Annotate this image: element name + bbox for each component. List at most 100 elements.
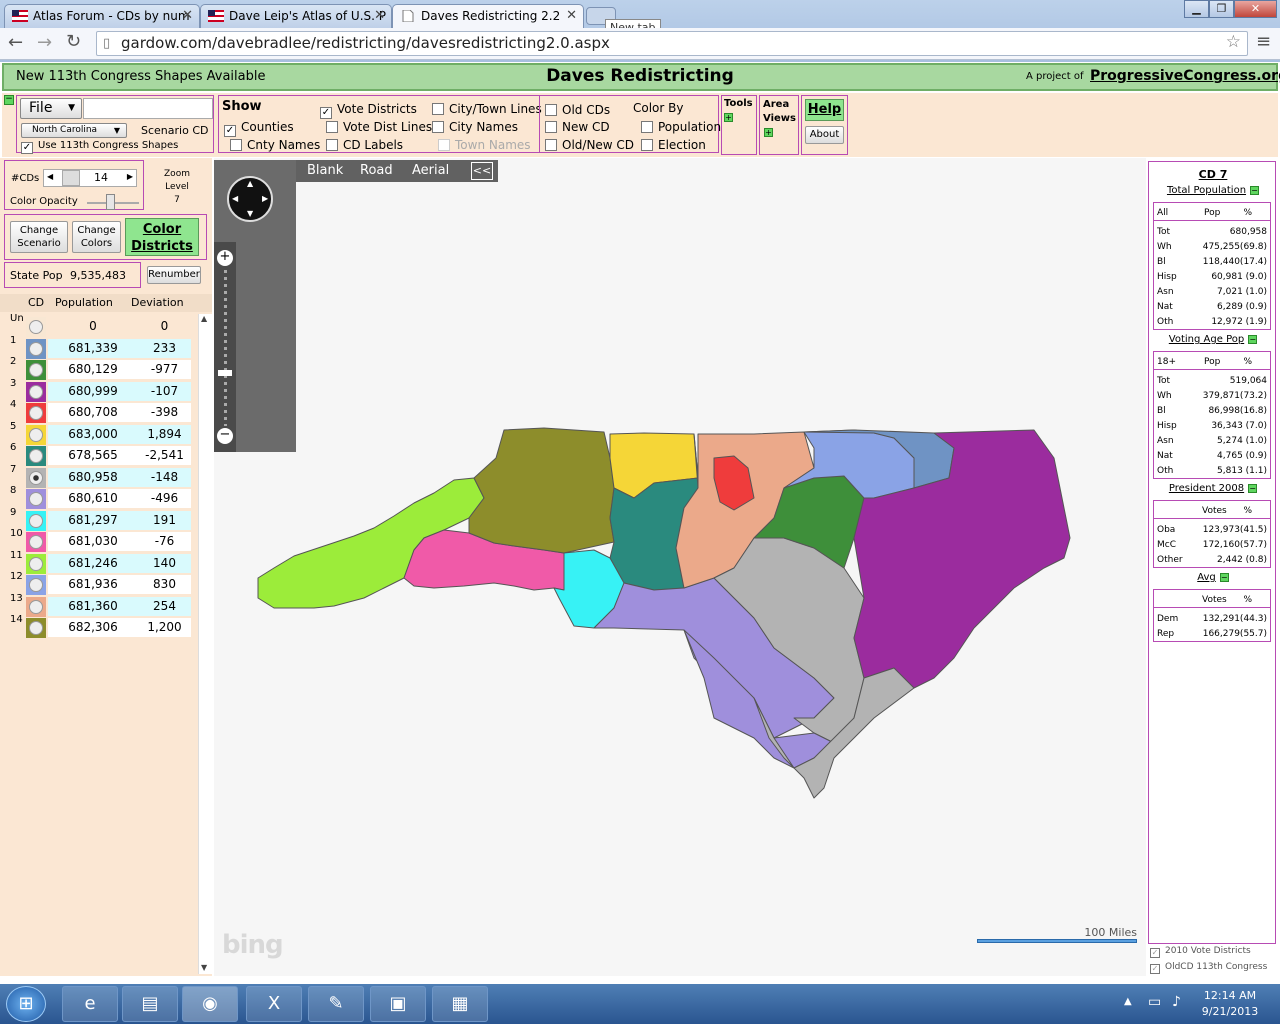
population-option[interactable]: Population (641, 120, 721, 134)
district-select-radio[interactable] (29, 320, 43, 334)
cnty-names-checkbox[interactable] (230, 139, 242, 151)
district-select-radio[interactable] (29, 384, 43, 399)
explorer-taskbar-icon[interactable]: ▤ (122, 986, 178, 1022)
cds-stepper[interactable]: ◀ 14 ▶ (43, 169, 137, 187)
collapse-icon[interactable]: − (1248, 335, 1258, 344)
help-button[interactable]: Help (805, 99, 844, 121)
cd-row[interactable]: 8 680,610 -496 (0, 485, 198, 509)
district-select-radio[interactable] (29, 341, 43, 356)
scenario-name-input[interactable] (83, 98, 213, 119)
color-districts-button[interactable]: Color Districts (125, 218, 199, 256)
change-scenario-button[interactable]: Change Scenario (10, 221, 68, 253)
district-color-swatch[interactable] (26, 510, 46, 531)
counties-checkbox[interactable]: ✓ (224, 125, 236, 137)
total-pop-title[interactable]: Total Population − (1149, 185, 1277, 196)
file-menu-button[interactable]: File ▼ (20, 98, 82, 119)
cd-row[interactable]: 11 681,246 140 (0, 550, 198, 574)
avg-title[interactable]: Avg − (1149, 572, 1277, 583)
district-select-radio[interactable] (29, 621, 43, 635)
collapse-icon[interactable]: − (1219, 573, 1229, 582)
volume-icon[interactable]: ♪ (1172, 994, 1181, 1010)
scroll-down-icon[interactable]: ▼ (201, 963, 207, 972)
about-button[interactable]: About (805, 126, 844, 144)
collapse-icon[interactable]: − (1248, 484, 1258, 493)
tab-atlas-leip[interactable]: Dave Leip's Atlas of U.S. P ✕ (200, 4, 392, 28)
triangle-left-icon[interactable]: ◀ (47, 172, 53, 181)
cd-labels-checkbox[interactable] (326, 139, 338, 151)
chrome-taskbar-icon[interactable]: ◉ (182, 986, 238, 1022)
cd-row[interactable]: 12 681,936 830 (0, 571, 198, 595)
cd-row[interactable]: 7 680,958 -148 (0, 464, 198, 488)
cd-table-scrollbar[interactable]: ▲ ▼ (198, 314, 212, 974)
district-color-swatch[interactable] (26, 360, 46, 380)
district-select-radio[interactable] (29, 406, 43, 420)
district-select-radio[interactable] (29, 535, 43, 549)
district-map[interactable] (214, 158, 1146, 976)
cd-row[interactable]: 2 680,129 -977 (0, 356, 198, 380)
new-cd-checkbox[interactable] (545, 121, 557, 133)
district-color-swatch[interactable] (26, 489, 46, 509)
new-cd-option[interactable]: New CD (545, 120, 610, 134)
menu-icon[interactable]: ≡ (1256, 31, 1271, 52)
district-select-radio[interactable] (29, 363, 43, 377)
counties-option[interactable]: ✓ Counties (224, 120, 294, 137)
district-select-radio[interactable] (29, 578, 43, 592)
cd-row[interactable]: 5 683,000 1,894 (0, 421, 198, 445)
old-cds-option[interactable]: Old CDs (545, 103, 610, 117)
district-select-radio[interactable] (29, 513, 43, 528)
start-button-icon[interactable]: ⊞ (6, 986, 46, 1022)
minimize-button[interactable]: ▁ (1184, 0, 1209, 18)
district-select-radio[interactable] (29, 427, 43, 442)
district-color-swatch[interactable] (26, 575, 46, 595)
views-label[interactable]: Views (763, 113, 796, 124)
paint-taskbar-icon[interactable]: ✎ (308, 986, 364, 1022)
maximize-button[interactable]: ❐ (1209, 0, 1234, 18)
tray-expand-icon[interactable]: ▲ (1124, 996, 1132, 1007)
cd-labels-option[interactable]: CD Labels (326, 138, 403, 152)
state-select[interactable]: North Carolina ▼ (21, 123, 127, 138)
stepper-thumb[interactable] (62, 170, 80, 186)
calculator-taskbar-icon[interactable]: ▦ (432, 986, 488, 1022)
tools-expand-icon[interactable]: + (724, 113, 733, 122)
cd-row[interactable]: 14 682,306 1,200 (0, 614, 198, 638)
tab-atlas-forum[interactable]: Atlas Forum - CDs by num ✕ (4, 4, 200, 28)
star-icon[interactable]: ☆ (1226, 31, 1241, 54)
map-area[interactable]: Blank Road Aerial << ▲ ◀ ▶ ▼ + − 100 Mil… (214, 158, 1146, 976)
cd-row[interactable]: 10 681,030 -76 (0, 528, 198, 552)
collapse-icon[interactable]: − (1250, 186, 1260, 195)
excel-taskbar-icon[interactable]: X (246, 986, 302, 1022)
district-select-radio[interactable] (29, 556, 43, 571)
city-town-lines-checkbox[interactable] (432, 103, 444, 115)
district-color-swatch[interactable] (26, 424, 46, 445)
change-colors-button[interactable]: Change Colors (72, 221, 121, 253)
old-cds-checkbox[interactable] (545, 104, 557, 116)
scroll-up-icon[interactable]: ▲ (201, 314, 207, 323)
district-color-swatch[interactable] (26, 618, 46, 638)
close-icon[interactable]: ✕ (566, 5, 577, 27)
triangle-right-icon[interactable]: ▶ (127, 172, 133, 181)
collapse-panel-button[interactable]: − (4, 95, 14, 105)
close-window-button[interactable]: ✕ (1234, 0, 1277, 18)
cd-row[interactable]: 9 681,297 191 (0, 507, 198, 531)
clock[interactable]: 12:14 AM 9/21/2013 (1190, 988, 1270, 1020)
renumber-button[interactable]: Renumber (147, 266, 201, 284)
district-color-swatch[interactable] (26, 467, 46, 488)
pres-title[interactable]: President 2008− (1149, 483, 1277, 494)
district-select-radio[interactable] (29, 492, 43, 506)
app-taskbar-icon[interactable]: ▣ (370, 986, 426, 1022)
network-icon[interactable]: ▭ (1148, 994, 1161, 1010)
address-bar[interactable]: ▯ gardow.com/davebradlee/redistricting/d… (96, 31, 1248, 56)
district-color-swatch[interactable] (26, 596, 46, 617)
forward-arrow-icon[interactable]: → (37, 32, 52, 53)
cd-row[interactable]: 3 680,999 -107 (0, 378, 198, 402)
cd-row[interactable]: 6 678,565 -2,541 (0, 442, 198, 466)
district-select-radio[interactable] (29, 470, 43, 485)
vote-districts-checkbox[interactable]: ✓ (320, 107, 332, 119)
close-icon[interactable]: ✕ (182, 5, 193, 27)
district-color-swatch[interactable] (26, 381, 46, 402)
population-checkbox[interactable] (641, 121, 653, 133)
district-color-swatch[interactable] (26, 403, 46, 423)
area-views-expand-icon[interactable]: + (764, 128, 773, 137)
tab-daves-redistricting[interactable]: Daves Redistricting 2.2 ✕ (392, 4, 584, 29)
old-new-cd-checkbox[interactable] (545, 139, 557, 151)
